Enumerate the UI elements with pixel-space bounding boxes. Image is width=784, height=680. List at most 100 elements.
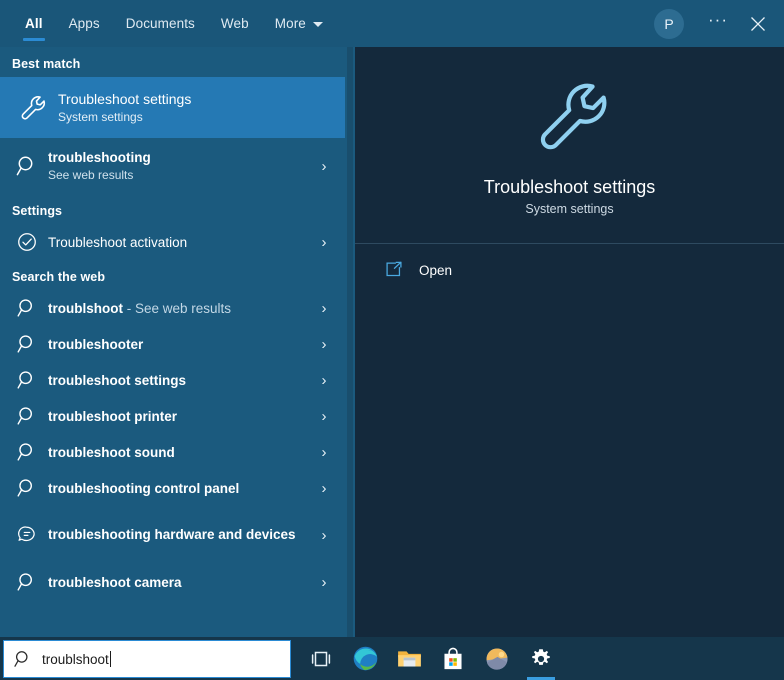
result-web-item-2-query: troubleshoot settings (44, 372, 311, 389)
chevron-right-icon[interactable]: › (311, 527, 337, 544)
search-icon (10, 441, 44, 463)
close-button[interactable] (738, 4, 778, 44)
windows-search-screen: All Apps Documents Web More P (0, 0, 784, 680)
search-header: All Apps Documents Web More P (0, 0, 784, 47)
result-web-item-1-query: troubleshooter (44, 336, 311, 353)
search-icon (10, 154, 44, 178)
search-icon (10, 571, 44, 593)
text-cursor (110, 651, 111, 667)
result-web-item-0-query: troublshoot (48, 301, 123, 316)
taskbar: troublshoot (0, 637, 784, 680)
result-best-match-subtitle: System settings (58, 109, 337, 126)
result-web-item-6-query: troubleshooting hardware and devices (44, 526, 311, 544)
result-best-match-text: Troubleshoot settings System settings (54, 90, 337, 126)
taskbar-buttons (299, 637, 563, 680)
chevron-right-icon[interactable]: › (311, 408, 337, 425)
preview-action-open[interactable]: Open (355, 249, 784, 291)
taskbar-photos-button[interactable] (475, 637, 519, 680)
chevron-right-icon[interactable]: › (311, 372, 337, 389)
gear-icon (529, 647, 553, 671)
taskbar-microsoft-store-button[interactable] (431, 637, 475, 680)
chevron-down-icon (313, 22, 323, 27)
photos-icon (484, 646, 510, 672)
preview-pane: Troubleshoot settings System settings Op… (355, 47, 784, 637)
taskbar-edge-button[interactable] (343, 637, 387, 680)
result-settings-label: Troubleshoot activation (44, 234, 311, 251)
result-web-item-5-query: troubleshooting control panel (44, 480, 311, 497)
search-scope-tabs: All Apps Documents Web More (0, 0, 333, 47)
search-body: Best match Troubleshoot settings System … (0, 47, 784, 637)
check-circle-icon (10, 231, 44, 253)
result-web-top-title: troubleshooting (48, 148, 311, 167)
result-web-item-1[interactable]: troubleshooter › (0, 326, 345, 362)
tab-more[interactable]: More (262, 0, 333, 47)
avatar-initial: P (664, 16, 673, 32)
result-web-item-2[interactable]: troubleshoot settings › (0, 362, 345, 398)
tab-all-label: All (25, 16, 43, 31)
result-web-item-0-hint: - See web results (123, 301, 231, 316)
result-web-item-3-query: troubleshoot printer (44, 408, 311, 425)
avatar[interactable]: P (654, 9, 684, 39)
search-input-value: troublshoot (42, 652, 109, 667)
group-header-settings: Settings (0, 194, 345, 224)
chevron-right-icon[interactable]: › (311, 444, 337, 461)
task-view-icon (309, 647, 333, 671)
result-web-item-5[interactable]: troubleshooting control panel › (0, 470, 345, 506)
search-icon (10, 477, 44, 499)
header-right-controls: P ··· (654, 0, 778, 47)
chevron-right-icon[interactable]: › (311, 158, 337, 175)
group-header-best-match: Best match (0, 47, 345, 77)
result-web-item-4[interactable]: troubleshoot sound › (0, 434, 345, 470)
results-scrollbar[interactable] (345, 47, 355, 637)
result-web-item-7-query: troubleshoot camera (44, 574, 311, 591)
taskbar-settings-button[interactable] (519, 637, 563, 680)
search-icon (10, 405, 44, 427)
wrench-icon (528, 75, 612, 159)
tab-documents-label: Documents (126, 16, 195, 31)
preview-subtitle: System settings (525, 202, 613, 216)
store-bag-icon (440, 646, 466, 672)
chevron-right-icon[interactable]: › (311, 234, 337, 251)
folder-icon (396, 645, 423, 672)
tab-more-label: More (275, 16, 306, 31)
chat-bubble-icon (10, 524, 44, 546)
result-web-item-4-query: troubleshoot sound (44, 444, 311, 461)
chevron-right-icon[interactable]: › (311, 574, 337, 591)
chevron-right-icon[interactable]: › (311, 480, 337, 497)
preview-action-open-label: Open (411, 263, 452, 278)
search-icon (10, 333, 44, 355)
result-best-match-title: Troubleshoot settings (58, 90, 337, 109)
wrench-icon (10, 93, 54, 123)
open-external-icon (377, 260, 411, 280)
more-options-button[interactable]: ··· (698, 0, 738, 48)
search-icon (4, 649, 42, 669)
result-web-item-0[interactable]: troublshoot - See web results › (0, 290, 345, 326)
taskbar-task-view-button[interactable] (299, 637, 343, 680)
result-web-item-7[interactable]: troubleshoot camera › (0, 564, 345, 600)
tab-apps-label: Apps (69, 16, 100, 31)
search-icon (10, 297, 44, 319)
tab-apps[interactable]: Apps (56, 0, 113, 47)
result-settings-troubleshoot-activation[interactable]: Troubleshoot activation › (0, 224, 345, 260)
chevron-right-icon[interactable]: › (311, 336, 337, 353)
result-web-item-3[interactable]: troubleshoot printer › (0, 398, 345, 434)
ellipsis-icon: ··· (708, 10, 728, 30)
result-web-top-subtitle: See web results (48, 167, 311, 184)
result-web-item-6[interactable]: troubleshooting hardware and devices › (0, 506, 345, 564)
result-web-top-text: troubleshooting See web results (44, 148, 311, 184)
tab-all[interactable]: All (12, 0, 56, 47)
tab-web-label: Web (221, 16, 249, 31)
edge-icon (352, 645, 379, 672)
tab-documents[interactable]: Documents (113, 0, 208, 47)
group-header-search-the-web: Search the web (0, 260, 345, 290)
taskbar-file-explorer-button[interactable] (387, 637, 431, 680)
results-list: Best match Troubleshoot settings System … (0, 47, 345, 637)
search-input[interactable]: troublshoot (3, 640, 291, 678)
search-input-value-wrap: troublshoot (42, 651, 111, 667)
result-best-match[interactable]: Troubleshoot settings System settings (0, 77, 345, 138)
chevron-right-icon[interactable]: › (311, 300, 337, 317)
result-web-top[interactable]: troubleshooting See web results › (0, 138, 345, 194)
tab-web[interactable]: Web (208, 0, 262, 47)
preview-hero: Troubleshoot settings System settings (355, 47, 784, 244)
preview-title: Troubleshoot settings (484, 175, 655, 199)
